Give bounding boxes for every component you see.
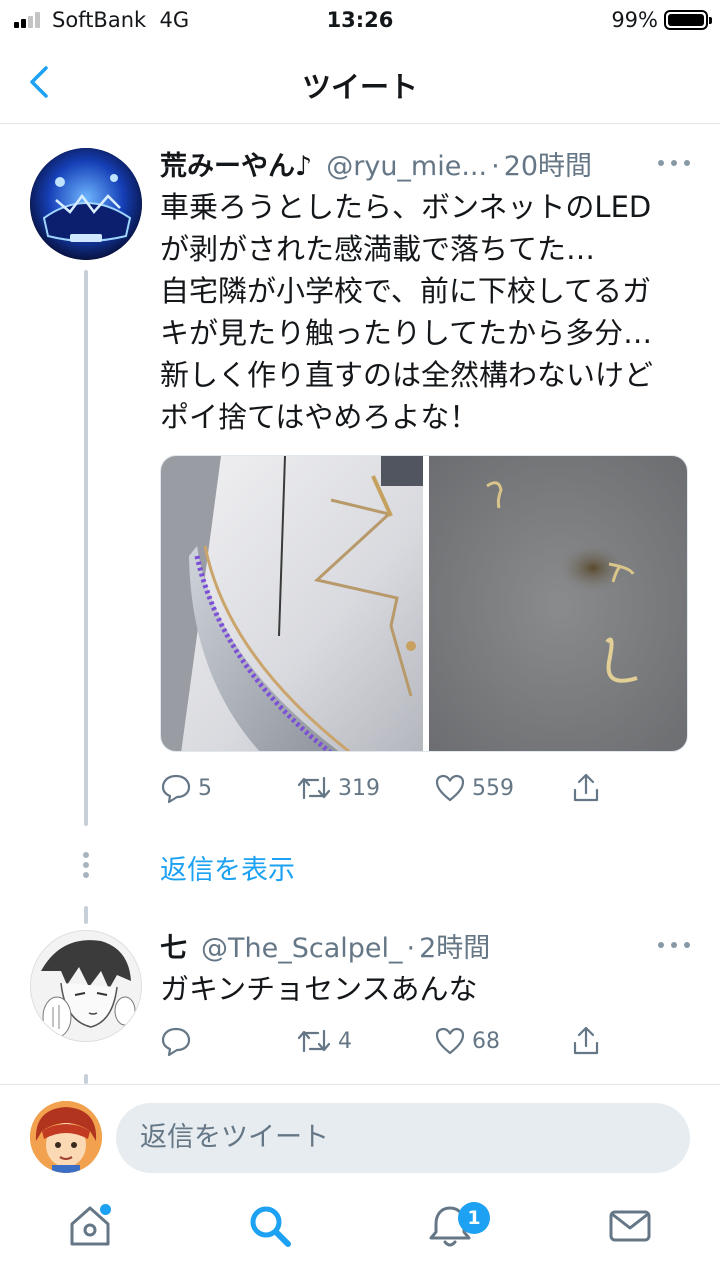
notification-badge: 1 [458, 1202, 490, 1234]
display-name[interactable]: 七 [160, 926, 187, 965]
like-button[interactable]: 68 [434, 1021, 500, 1061]
reply-compose-bar: 返信をツイート [0, 1084, 720, 1188]
reply-button[interactable] [160, 1021, 198, 1061]
home-new-dot [100, 1204, 111, 1215]
reply-input[interactable]: 返信をツイート [116, 1103, 690, 1173]
search-icon [250, 1206, 291, 1247]
tweet-text: ガキンチョセンスあんな [160, 968, 700, 1010]
avatar-image [31, 931, 141, 1041]
tab-messages[interactable] [602, 1198, 662, 1258]
tweet-header: 七 @The_Scalpel_ · 2時間 [160, 926, 700, 965]
separator: · [406, 933, 416, 964]
retweet-icon [297, 1029, 331, 1053]
tweet-actions: 4 68 [160, 1021, 620, 1061]
messages-icon [609, 1210, 651, 1242]
retweet-button[interactable]: 4 [296, 1021, 352, 1061]
tab-search[interactable] [242, 1198, 302, 1258]
thread-line-connector [84, 906, 88, 924]
like-count: 68 [472, 1028, 500, 1054]
tweet-text-line: ガキンチョセンスあんな [160, 972, 478, 1006]
avatar-image [30, 1101, 102, 1173]
reply-avatar[interactable] [30, 930, 142, 1042]
user-handle[interactable]: @The_Scalpel_ [201, 933, 403, 964]
thread-line-below [84, 1074, 88, 1084]
tab-home[interactable] [62, 1198, 122, 1258]
my-avatar[interactable] [30, 1101, 102, 1173]
share-icon [573, 1026, 599, 1055]
retweet-count: 4 [338, 1028, 352, 1054]
reply-tweet[interactable]: 七 @The_Scalpel_ · 2時間 ガキンチョセンスあんな 4 68 [0, 0, 720, 1084]
tab-bar [0, 1188, 720, 1280]
more-options-icon[interactable] [658, 940, 690, 950]
share-button[interactable] [570, 1021, 602, 1061]
heart-icon [435, 1027, 465, 1055]
reply-icon [161, 1027, 191, 1057]
timestamp[interactable]: 2時間 [419, 926, 490, 965]
